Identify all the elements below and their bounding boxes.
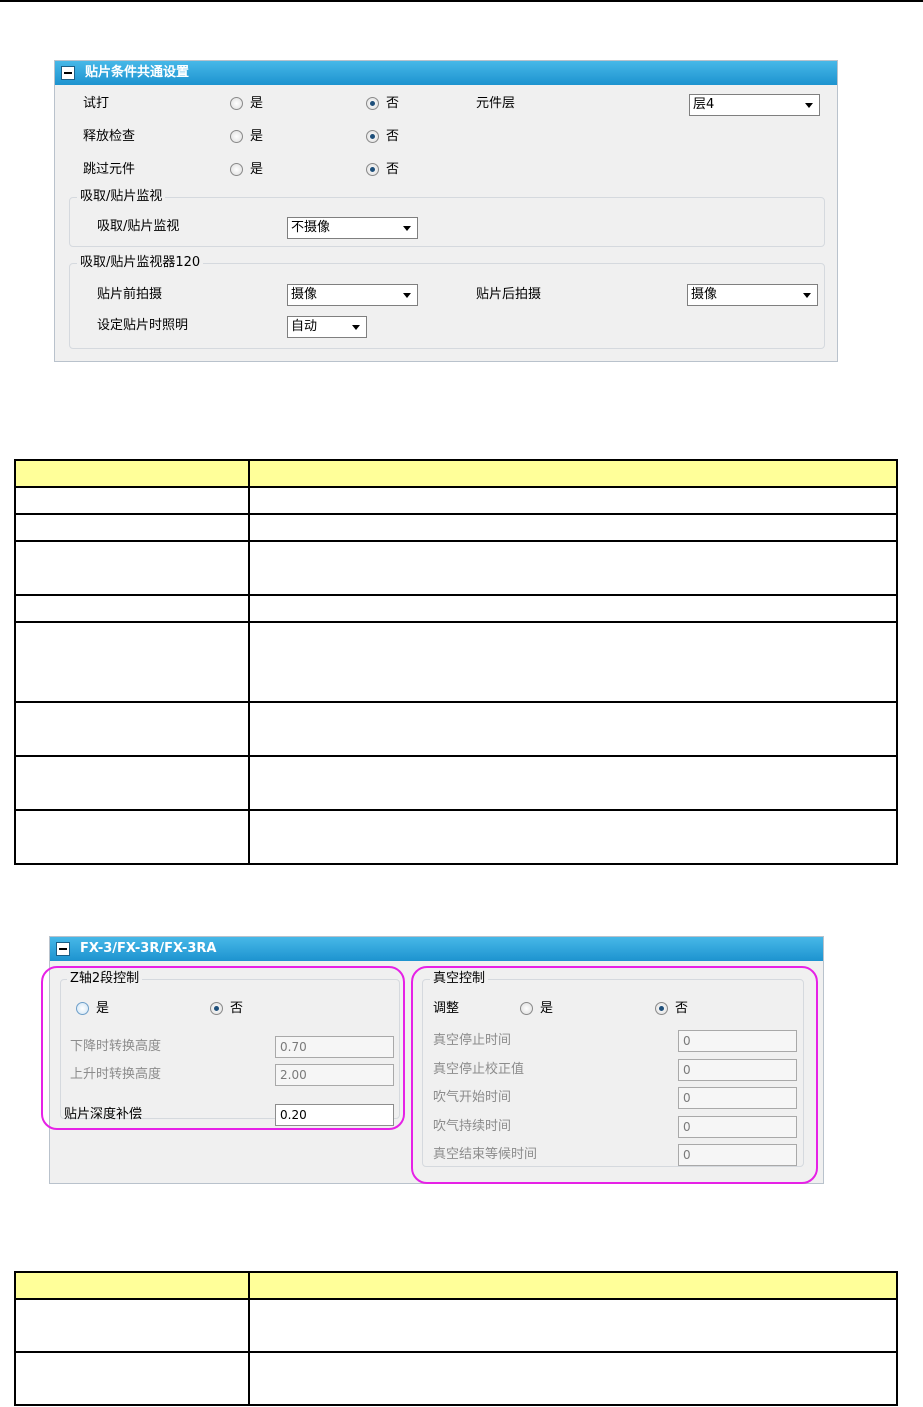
- trial-yes-label: 是: [250, 96, 264, 111]
- table-row: [14, 540, 898, 596]
- table-cell: [14, 1298, 250, 1353]
- trial-no-label: 否: [386, 96, 400, 111]
- table-cell: [248, 1351, 898, 1406]
- before-capture-label: 贴片前拍摄: [97, 287, 163, 302]
- release-check-yes-label: 是: [250, 129, 264, 144]
- lighting-select[interactable]: 自动: [287, 316, 367, 338]
- table-row: [14, 809, 898, 865]
- skip-part-no-radio[interactable]: [366, 163, 379, 176]
- settings-table-1: [14, 459, 898, 865]
- release-check-no-radio[interactable]: [366, 130, 379, 143]
- chevron-down-icon: [403, 293, 411, 298]
- lighting-select-value: 自动: [291, 319, 318, 334]
- table-cell: [248, 621, 898, 703]
- monitor120-group-legend: 吸取/贴片监视器120: [77, 255, 204, 271]
- table-cell: [248, 701, 898, 757]
- panel-header: FX-3/FX-3R/FX-3RA: [50, 937, 823, 961]
- table-cell: [248, 459, 898, 488]
- page-top-rule: [0, 0, 923, 2]
- table-cell: [248, 755, 898, 811]
- panel-title: FX-3/FX-3R/FX-3RA: [80, 941, 217, 956]
- monitor-label: 吸取/贴片监视: [97, 219, 180, 234]
- collapse-icon[interactable]: [61, 66, 75, 80]
- before-capture-value: 摄像: [291, 287, 318, 302]
- table-cell: [14, 1271, 250, 1300]
- before-capture-select[interactable]: 摄像: [287, 284, 418, 306]
- trial-label: 试打: [83, 96, 110, 111]
- table-header-row: [14, 459, 898, 488]
- table-cell: [14, 1351, 250, 1406]
- after-capture-label: 贴片后拍摄: [476, 287, 542, 302]
- chevron-down-icon: [805, 103, 813, 108]
- release-check-yes-radio[interactable]: [230, 130, 243, 143]
- chevron-down-icon: [803, 293, 811, 298]
- table-row: [14, 621, 898, 703]
- skip-part-label: 跳过元件: [83, 162, 136, 177]
- table-cell: [14, 540, 250, 596]
- after-capture-select[interactable]: 摄像: [687, 284, 818, 306]
- monitor-select-value: 不摄像: [291, 220, 331, 235]
- table-cell: [14, 459, 250, 488]
- trial-yes-radio[interactable]: [230, 97, 243, 110]
- release-check-label: 释放检查: [83, 129, 136, 144]
- monitor120-group: [69, 263, 825, 349]
- monitor-group: [69, 197, 825, 247]
- skip-part-yes-radio[interactable]: [230, 163, 243, 176]
- table-row: [14, 513, 898, 542]
- layer-select-value: 层4: [693, 97, 715, 112]
- settings-table-2: [14, 1271, 898, 1406]
- after-capture-value: 摄像: [691, 287, 718, 302]
- table-cell: [14, 594, 250, 623]
- table-cell: [248, 809, 898, 865]
- z-axis-highlight: [41, 966, 405, 1130]
- lighting-label: 设定贴片时照明: [97, 318, 189, 333]
- trial-no-radio[interactable]: [366, 97, 379, 110]
- table-cell: [248, 513, 898, 542]
- table-row: [14, 1298, 898, 1353]
- table-row: [14, 701, 898, 757]
- table-cell: [14, 755, 250, 811]
- layer-select[interactable]: 层4: [689, 94, 820, 116]
- table-cell: [248, 540, 898, 596]
- table-row: [14, 755, 898, 811]
- table-cell: [14, 701, 250, 757]
- table-cell: [248, 486, 898, 515]
- panel-header: 贴片条件共通设置: [55, 61, 837, 85]
- table-row: [14, 1351, 898, 1406]
- chevron-down-icon: [403, 226, 411, 231]
- table-cell: [14, 486, 250, 515]
- table-cell: [248, 594, 898, 623]
- vacuum-highlight: [411, 966, 818, 1184]
- table-row: [14, 594, 898, 623]
- table-cell: [14, 809, 250, 865]
- table-cell: [14, 621, 250, 703]
- monitor-select[interactable]: 不摄像: [287, 217, 418, 239]
- skip-part-no-label: 否: [386, 162, 400, 177]
- table-cell: [14, 513, 250, 542]
- chevron-down-icon: [352, 325, 360, 330]
- table-cell: [248, 1271, 898, 1300]
- common-settings-panel: 贴片条件共通设置 试打 是 否 元件层 层4 释放检查 是 否 跳过元件 是 否…: [54, 60, 838, 362]
- table-cell: [248, 1298, 898, 1353]
- monitor-group-legend: 吸取/贴片监视: [77, 189, 166, 205]
- release-check-no-label: 否: [386, 129, 400, 144]
- table-header-row: [14, 1271, 898, 1300]
- panel-title: 贴片条件共通设置: [85, 65, 190, 80]
- collapse-icon[interactable]: [56, 942, 70, 956]
- table-row: [14, 486, 898, 515]
- layer-label: 元件层: [476, 96, 516, 111]
- skip-part-yes-label: 是: [250, 162, 264, 177]
